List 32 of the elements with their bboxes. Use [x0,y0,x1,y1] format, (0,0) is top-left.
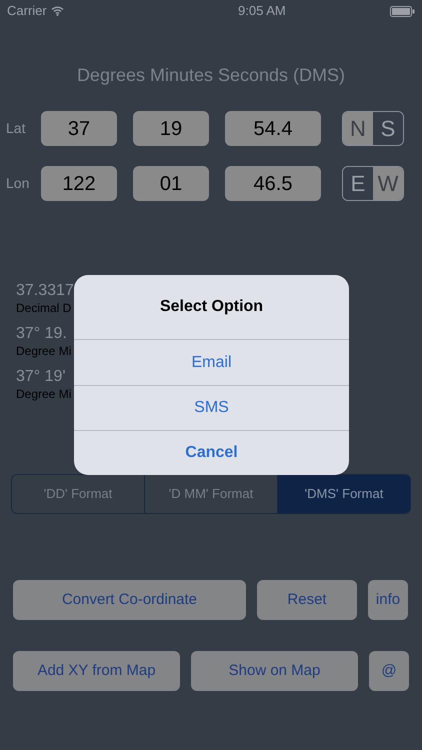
format-tab[interactable]: 'DMS' Format [277,475,410,513]
page-title: Degrees Minutes Seconds (DMS) [76,64,346,87]
action-button[interactable]: Reset [257,580,357,620]
wifi-icon [50,6,64,16]
minutes-field[interactable]: 19 [133,111,209,146]
action-button[interactable]: info [368,580,408,620]
hemisphere-toggle[interactable]: W [373,167,403,200]
result-value: 37.3317 [16,281,74,301]
dialog-title: Select Option [160,297,264,317]
dialog-option[interactable]: Email [74,340,349,385]
action-button[interactable]: Add XY from Map [13,651,180,691]
result-caption: Degree Mi [16,344,72,358]
degrees-field[interactable]: 37 [41,111,117,146]
dialog-option[interactable]: Cancel [74,430,349,475]
hemisphere-toggle[interactable]: N [343,112,373,145]
coordinate-label: Lat [5,119,26,138]
battery-icon [390,6,415,16]
action-button[interactable]: Convert Co-ordinate [13,580,246,620]
action-button[interactable]: Show on Map [191,651,358,691]
result-caption: Degree Mi [16,387,72,401]
carrier-label: Carrier [7,2,47,20]
result-value: 37° 19. [16,324,67,344]
seconds-field[interactable]: 46.5 [225,166,321,201]
coordinate-label: Lon [5,174,30,193]
status-time: 9:05 AM [238,2,286,20]
degrees-field[interactable]: 122 [41,166,117,201]
seconds-field[interactable]: 54.4 [225,111,321,146]
action-button[interactable]: @ [369,651,409,691]
result-value: 37° 19' [16,367,66,387]
minutes-field[interactable]: 01 [133,166,209,201]
result-caption: Decimal D [16,301,72,315]
dialog-option[interactable]: SMS [74,385,349,430]
